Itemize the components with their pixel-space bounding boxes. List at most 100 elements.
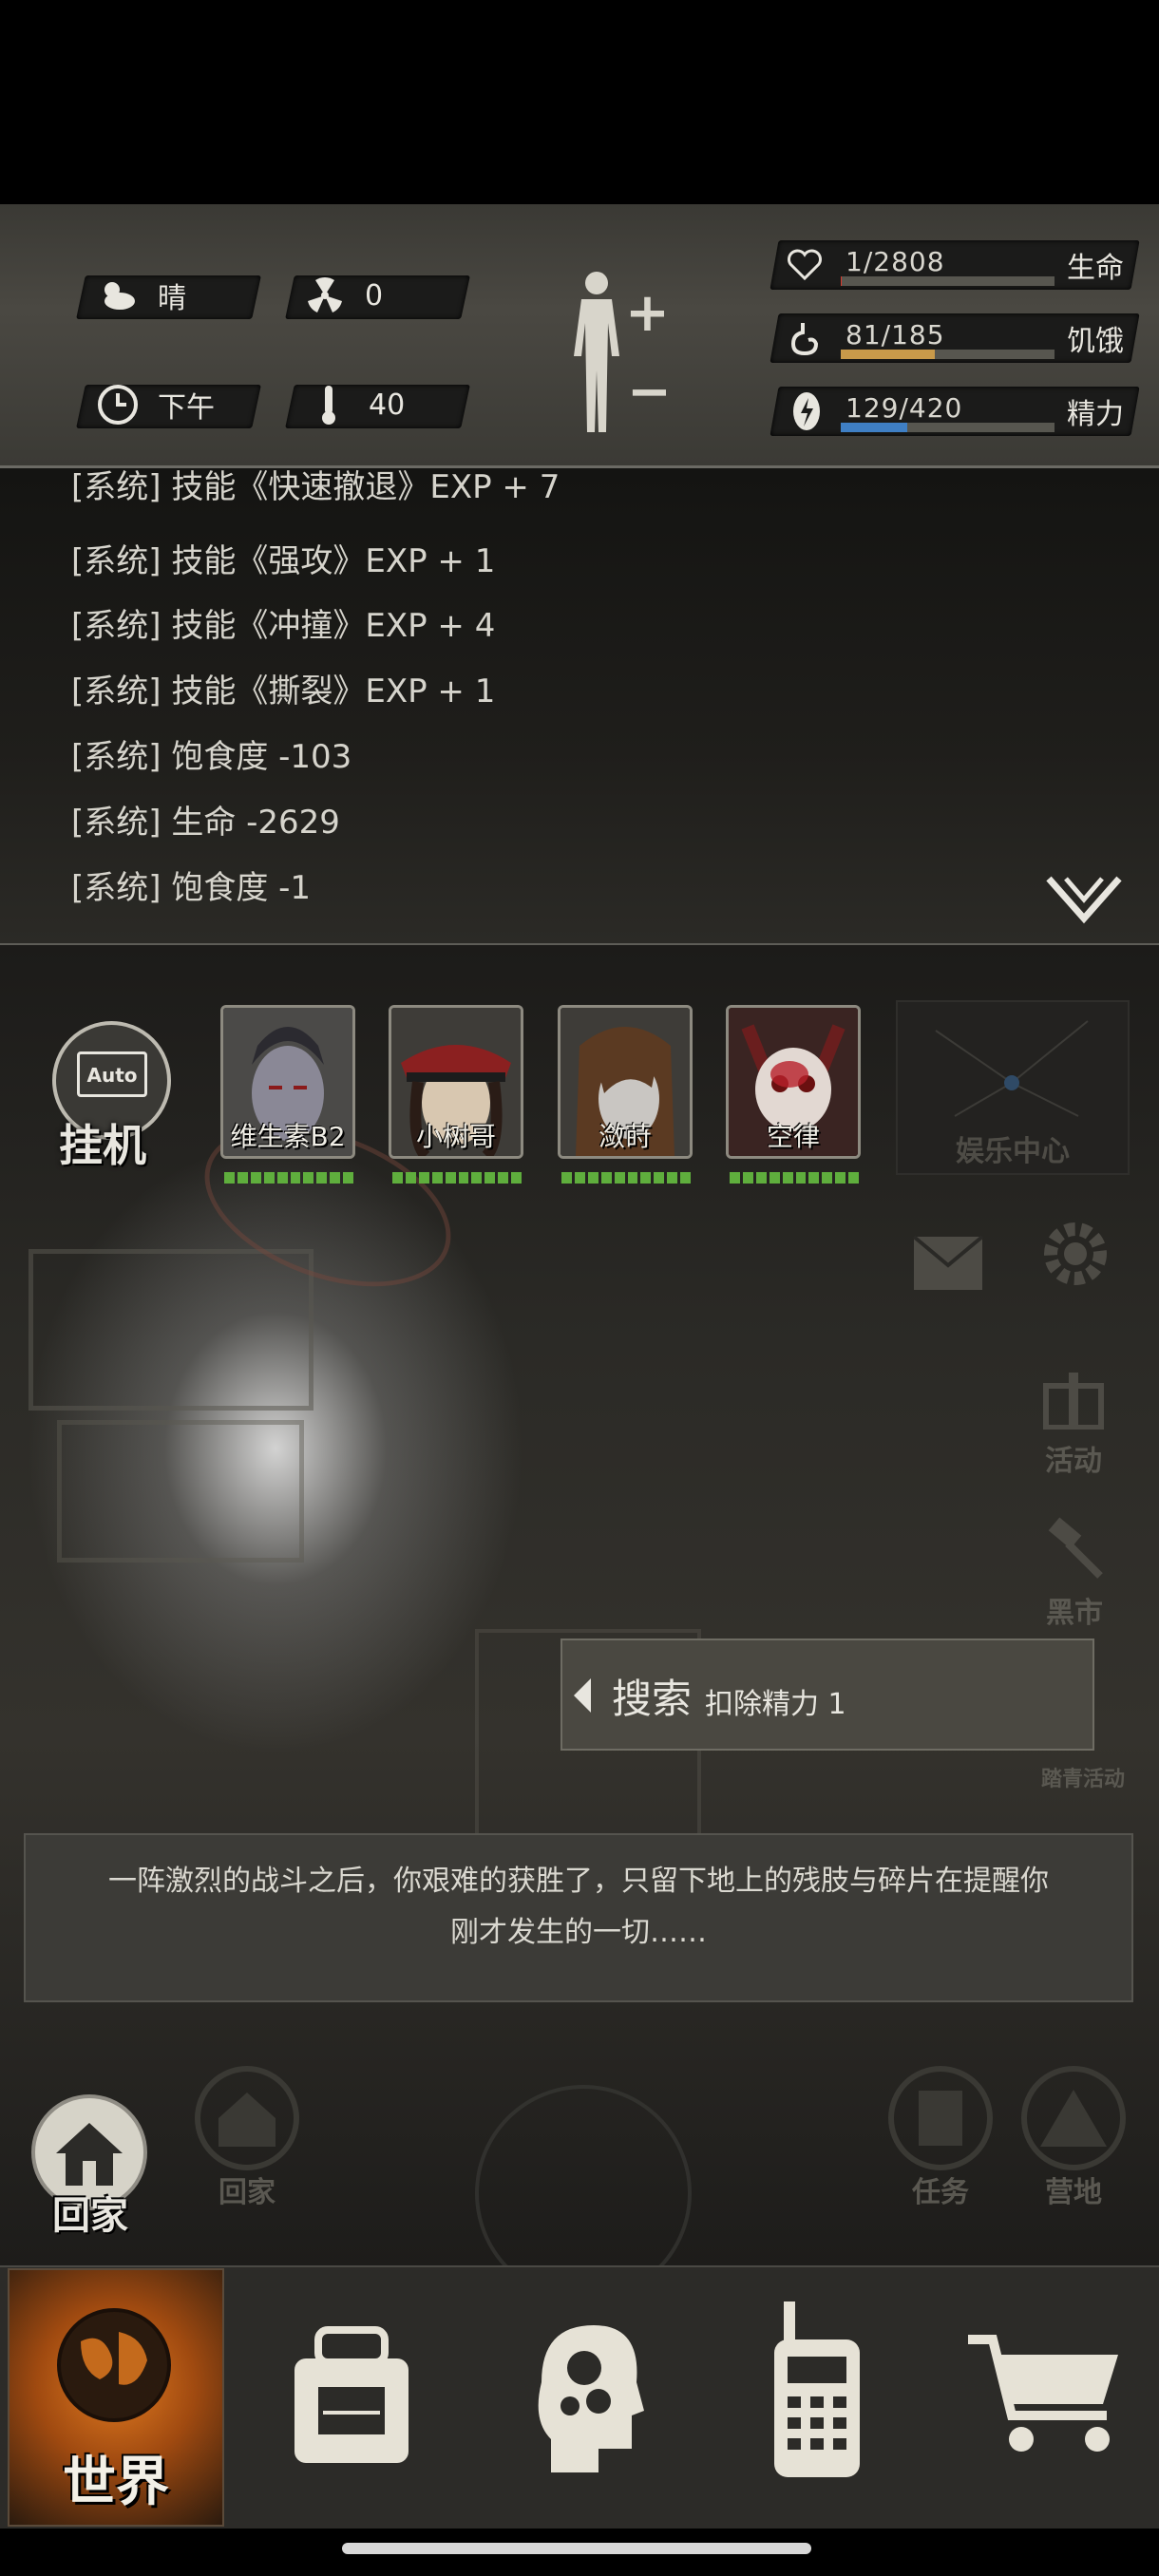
health-track <box>841 276 1054 286</box>
log-line: [系统] 生命 -2629 <box>71 804 340 842</box>
walkie-talkie-icon <box>774 2301 860 2477</box>
nav-skills-tab[interactable] <box>475 2268 692 2527</box>
cloud-sun-icon <box>104 282 135 310</box>
clock-icon <box>98 385 138 425</box>
scenery-sign <box>28 1249 314 1411</box>
heart-icon <box>788 249 822 281</box>
weather-status: 晴 <box>95 273 186 318</box>
minus-icon[interactable]: − <box>627 361 672 423</box>
narration-line-1: 一阵激烈的战斗之后，你艰难的获胜了，只留下地上的残肢与碎片在提醒你 <box>108 1865 1049 1898</box>
narration-box: 一阵激烈的战斗之后，你艰难的获胜了，只留下地上的残肢与碎片在提醒你 刚才发生的一… <box>24 1833 1133 2002</box>
home-ghost-label: 回家 <box>218 2176 276 2209</box>
time-status: 下午 <box>95 382 215 427</box>
task-button[interactable]: 任务 <box>884 2066 998 2210</box>
clipboard-icon <box>888 2066 993 2170</box>
constellation-icon <box>935 1020 1089 1117</box>
temperature-value: 40 <box>369 388 406 422</box>
search-cost: 扣除精力 1 <box>705 1688 846 1721</box>
log-line: [系统] 技能《冲撞》EXP + 4 <box>71 607 496 645</box>
companion-card[interactable]: 空律 <box>726 1005 861 1159</box>
companion-name: 空律 <box>766 1121 820 1152</box>
go-home-label[interactable]: 回家 <box>52 2185 128 2240</box>
energy-track <box>841 423 1054 432</box>
companion-health-bar <box>561 1172 692 1184</box>
mail-icon[interactable] <box>912 1235 984 1292</box>
radiation-status: 0 <box>302 273 383 318</box>
companion-card[interactable]: 潋莳 <box>558 1005 693 1159</box>
home-ghost-button: 回家 <box>190 2066 304 2210</box>
status-panel: 晴 0 下午 40 + − 1/2808 生命 81/185 饥饿 129/42… <box>0 204 1159 468</box>
black-market-button[interactable]: 黑市 <box>1032 1515 1117 1631</box>
narration-line-2: 刚才发生的一切…… <box>450 1916 707 1949</box>
auto-icon: Auto <box>77 1051 147 1097</box>
hunger-label: 饥饿 <box>1067 325 1124 358</box>
message-log[interactable]: [系统] 技能《快速撤退》EXP + 7 [系统] 技能《强攻》EXP + 1 … <box>0 468 1159 945</box>
energy-icon <box>793 392 820 430</box>
weather-text: 晴 <box>158 282 186 315</box>
nav-world-label: 世界 <box>63 2452 169 2513</box>
plus-icon[interactable]: + <box>625 282 670 344</box>
hunger-track <box>841 350 1054 359</box>
nav-world-tab[interactable]: 世界 <box>8 2268 224 2527</box>
companion-card[interactable]: 维生素B2 <box>220 1005 355 1159</box>
log-line: [系统] 技能《撕裂》EXP + 1 <box>71 672 496 710</box>
stat-energy: 129/420 精力 <box>770 387 1140 436</box>
companion-name: 潋莳 <box>598 1121 652 1152</box>
gear-icon[interactable] <box>1037 1216 1113 1292</box>
auto-idle-label[interactable]: 挂机 <box>59 1111 146 1174</box>
health-label: 生命 <box>1067 252 1124 285</box>
search-action-box[interactable]: 搜索 扣除精力 1 <box>560 1638 1094 1751</box>
hunger-fill <box>841 350 935 359</box>
log-line: [系统] 技能《强攻》EXP + 1 <box>71 542 496 580</box>
energy-value: 129/420 <box>846 392 963 424</box>
log-line: [系统] 技能《快速撤退》EXP + 7 <box>71 468 560 506</box>
entertainment-center-label: 娱乐中心 <box>956 1135 1070 1168</box>
nav-radio-tab[interactable] <box>708 2268 924 2527</box>
time-text: 下午 <box>158 391 215 425</box>
globe-icon <box>57 2308 171 2422</box>
activity-label: 活动 <box>1045 1445 1102 1478</box>
energy-fill <box>841 423 907 432</box>
camp-label: 营地 <box>1045 2176 1102 2209</box>
hunger-value: 81/185 <box>846 319 945 350</box>
tent-icon <box>1021 2066 1126 2170</box>
house-icon <box>195 2066 299 2170</box>
activity-button[interactable]: 活动 <box>1036 1363 1112 1479</box>
home-indicator[interactable] <box>342 2543 811 2554</box>
gift-icon <box>1043 1373 1104 1430</box>
search-title: 搜索 <box>612 1676 693 1722</box>
task-label: 任务 <box>912 2176 969 2209</box>
companion-card[interactable]: 小树哥 <box>389 1005 523 1159</box>
house-icon <box>56 2123 123 2186</box>
energy-label: 精力 <box>1067 398 1124 431</box>
triangle-left-icon <box>574 1678 591 1713</box>
black-market-label: 黑市 <box>1046 1597 1103 1630</box>
companion-health-bar <box>224 1172 354 1184</box>
companion-health-bar <box>392 1172 522 1184</box>
camp-button[interactable]: 营地 <box>1016 2066 1130 2210</box>
radiation-value: 0 <box>365 278 384 313</box>
health-fill <box>841 276 842 286</box>
stomach-icon <box>790 323 819 356</box>
log-line: [系统] 饱食度 -103 <box>71 738 352 776</box>
stat-hunger: 81/185 饥饿 <box>770 313 1140 363</box>
temperature-status: 40 <box>306 382 405 427</box>
stat-health: 1/2808 生命 <box>770 240 1140 290</box>
entertainment-center-button[interactable]: 娱乐中心 <box>896 1000 1130 1175</box>
health-value: 1/2808 <box>846 246 945 277</box>
thermometer-icon <box>322 386 335 425</box>
chevron-down-icon[interactable] <box>1045 875 1123 928</box>
log-line: [系统] 饱食度 -1 <box>71 869 312 907</box>
outing-event-button[interactable]: 踏青活动 <box>1026 1762 1140 1792</box>
shopping-cart-icon <box>968 2335 1118 2452</box>
nav-shop-tab[interactable] <box>940 2268 1157 2527</box>
companion-health-bar <box>730 1172 860 1184</box>
companion-name: 维生素B2 <box>230 1121 346 1152</box>
gavel-icon <box>1048 1517 1103 1579</box>
companion-name: 小树哥 <box>415 1121 496 1152</box>
backpack-icon <box>294 2326 408 2463</box>
nav-backpack-tab[interactable] <box>242 2268 459 2527</box>
scenery-sign <box>57 1420 304 1563</box>
radiation-icon <box>308 276 342 313</box>
head-gears-icon <box>538 2325 644 2472</box>
